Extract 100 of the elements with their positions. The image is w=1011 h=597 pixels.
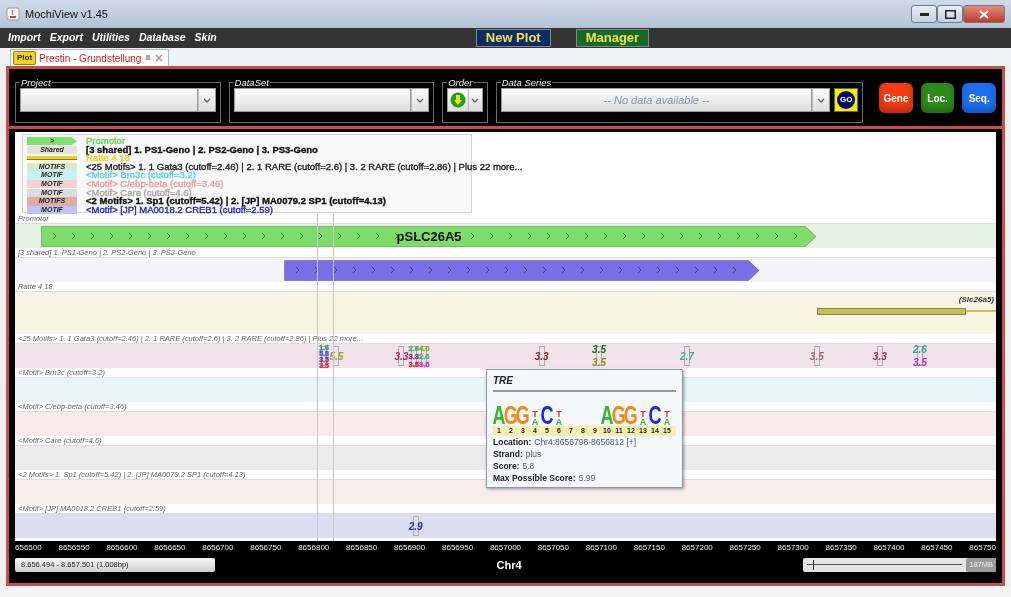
axis-label: 8656700 <box>202 542 234 554</box>
logo-letter: A <box>531 418 539 426</box>
legend-label: <Motif> Care (cutoff=4.6) <box>86 188 192 198</box>
axis-label: 8657150 <box>633 542 665 554</box>
motif-score: 2.9 <box>408 521 423 532</box>
legend-label: <2 Motifs> 1. Sp1 (cutoff=5.42) | 2. [JP] MA0079.2 SP1 (cutoff=4.13) <box>86 197 386 206</box>
logo-letter: T <box>556 410 562 418</box>
action-button[interactable]: Loc. <box>920 83 955 113</box>
axis-label: 8657100 <box>585 542 617 554</box>
tab-badge: Plot <box>13 51 37 65</box>
axis-label: 8656850 <box>346 542 378 554</box>
field-label: Strand: <box>493 448 523 460</box>
motif-score: 3.5 <box>592 358 606 368</box>
logo-letter: G <box>612 405 626 426</box>
field-value: Chr4:8656798-8656812 [+] <box>534 436 637 448</box>
group-label: DataSet <box>233 77 270 88</box>
menu-item[interactable]: Import <box>8 30 41 46</box>
axis-label: 8657300 <box>777 542 809 554</box>
group-label: Order <box>447 77 474 88</box>
logo-letter: A <box>555 418 563 426</box>
axis-label: 8657400 <box>873 542 905 554</box>
dropdown-button[interactable] <box>411 88 430 112</box>
field-value: plus <box>525 448 542 460</box>
axis-label: 8656800 <box>298 542 330 554</box>
logo-letter: A <box>492 405 506 426</box>
axis-label: 8656550 <box>58 542 90 554</box>
go-button[interactable]: GO <box>834 88 859 112</box>
dropdown-field[interactable] <box>233 88 412 112</box>
menu-item[interactable]: Database <box>138 30 186 46</box>
logo-letter: A <box>663 418 671 426</box>
legend-label: [3 shared] 1. PS1-Geno | 2. PS2-Geno | 3. PS3-Geno <box>86 145 318 155</box>
field-value: 5.99 <box>578 472 596 484</box>
minimize-button[interactable] <box>911 5 937 23</box>
axis-label: 865750 <box>969 542 996 554</box>
toolbar-button[interactable]: New Plot <box>475 29 551 47</box>
tab-label: Prestin - Grundstellung <box>39 51 142 66</box>
maximize-icon <box>944 9 956 19</box>
field-value: 5.8 <box>522 460 535 472</box>
logo-letter: G <box>624 405 638 426</box>
field-label: Score: <box>493 460 520 472</box>
gene-label: pSLC26A5 <box>396 228 462 246</box>
motif-score: 3.5 <box>912 358 927 368</box>
minimize-icon <box>919 12 929 16</box>
legend-label: <Motif> C/ebp-beta (cutoff=3.46) <box>86 179 224 189</box>
motif-score: 3.3 <box>534 351 549 362</box>
motif-score: 3.3 <box>872 351 887 362</box>
legend-label: <Motif> Brn3c (cutoff=3.2) <box>86 171 196 180</box>
document-tab[interactable]: Plot Prestin - Grundstellung <box>10 49 170 66</box>
pin-icon <box>144 54 153 62</box>
group-label: Project <box>20 77 52 88</box>
dropdown-field[interactable]: -- No data available -- <box>500 88 813 112</box>
motif-score: 3.5 <box>809 351 824 362</box>
legend-label: Promotor <box>86 137 126 146</box>
axis-label: 8657050 <box>537 542 569 554</box>
action-button[interactable]: Seq. <box>962 83 996 113</box>
axis-label: 8657350 <box>825 542 857 554</box>
maximize-button[interactable] <box>937 5 963 23</box>
dropdown-button[interactable] <box>812 88 831 112</box>
logo-letter: A <box>639 418 647 426</box>
legend-label: Ratte 4 18 <box>86 154 130 163</box>
axis-label: 8657450 <box>921 542 953 554</box>
dropdown-field[interactable] <box>20 88 198 112</box>
window-title: MochiView v1.45 <box>25 6 108 22</box>
field-label: Max Possible Score: <box>493 472 576 484</box>
app-icon <box>6 7 20 21</box>
order-dropdown[interactable] <box>447 88 483 112</box>
gene-label: (Slc26a5) <box>958 294 994 306</box>
menu-item[interactable]: Utilities <box>91 30 130 46</box>
group-label: Data Series <box>500 77 553 88</box>
axis-label: 8656900 <box>394 542 426 554</box>
motif-score: 2.7 <box>679 351 694 362</box>
logo-letter: T <box>640 410 646 418</box>
axis-label: 8656750 <box>250 542 282 554</box>
logo-letter: T <box>532 410 538 418</box>
logo-letter: G <box>504 405 518 426</box>
logo-letter: C <box>648 405 662 426</box>
axis-label: 8656600 <box>106 542 138 554</box>
action-button[interactable]: Gene <box>879 83 913 113</box>
menu-item[interactable]: Skin <box>194 30 217 46</box>
toolbar-button[interactable]: Manager <box>575 29 650 47</box>
motif-score: 3.5 <box>592 345 606 355</box>
legend-label: <Motif> [JP] MA0018.2 CREB1 (cutoff=2.59) <box>86 205 274 215</box>
logo-letter: G <box>516 405 530 426</box>
axis-label: 8657250 <box>729 542 761 554</box>
logo-letter: C <box>540 405 554 426</box>
axis-label: 8657000 <box>489 542 522 554</box>
close-icon <box>979 9 989 19</box>
axis-label: 8656950 <box>442 542 474 554</box>
logo-letter: A <box>600 405 614 426</box>
axis-label: 8657200 <box>681 542 713 554</box>
field-label: Location: <box>493 436 532 448</box>
motif-score: 2.6 <box>912 345 927 355</box>
logo-letter: T <box>664 410 670 418</box>
close-icon <box>155 54 164 62</box>
chromosome-label: Chr4 <box>496 557 522 573</box>
menu-item[interactable]: Export <box>49 30 83 46</box>
axis-label: 8656650 <box>154 542 186 554</box>
tooltip-title: TRE <box>493 373 676 392</box>
axis-label: 656500 <box>15 542 42 554</box>
close-button[interactable] <box>963 5 1005 23</box>
